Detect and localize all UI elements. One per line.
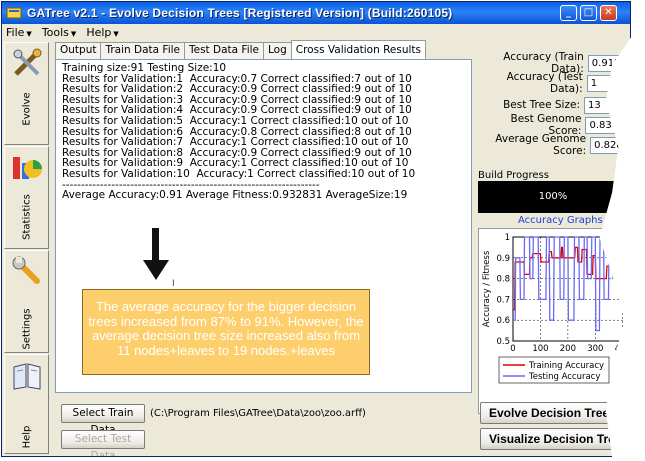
avg-genome-row: Average Genome Score: 0.82832 xyxy=(478,133,630,157)
tab-output[interactable]: Output xyxy=(55,42,102,59)
sidebar-item-help[interactable]: Help xyxy=(4,354,49,454)
output-line: Average Accuracy:0.91 Average Fitness:0.… xyxy=(62,189,408,202)
tools-icon xyxy=(13,48,42,76)
tab-cross-validation-results[interactable]: Cross Validation Results xyxy=(290,40,426,59)
accuracy-test-label: Accuracy (Test Data): xyxy=(506,71,583,95)
sidebar-item-evolve[interactable]: Evolve xyxy=(4,42,49,145)
best-tree-size-label: Best Tree Size: xyxy=(503,99,580,111)
y-tick-label: 0.9 xyxy=(496,254,510,264)
y-tick-label: 0.7 xyxy=(496,295,510,305)
accuracy-test-row: Accuracy (Test Data): 1 xyxy=(478,71,630,95)
accuracy-chart: 0.5 0.6 0.7 0.8 0.9 1 0 100 200 300 400 Accuracy / … xyxy=(478,228,631,414)
output-line: Results for Validation:10 Accuracy:1 Cor… xyxy=(62,167,416,180)
title-bar[interactable]: GATree v2.1 - Evolve Decision Trees [Reg… xyxy=(2,2,630,24)
chevron-down-icon: ▼ xyxy=(70,29,77,38)
visualize-decision-tree-button[interactable]: Visualize Decision Tree xyxy=(480,428,630,450)
menu-help[interactable]: Help ▼ xyxy=(86,26,118,39)
minimize-button[interactable]: _ xyxy=(560,5,577,21)
menu-file[interactable]: File ▼ xyxy=(6,26,32,39)
stats-panel: Accuracy (Train Data): 0.912088 Accuracy… xyxy=(478,42,631,454)
best-genome-field[interactable]: 0.830172 xyxy=(585,116,630,134)
sidebar-item-statistics[interactable]: Statistics xyxy=(4,146,49,249)
down-arrow-icon xyxy=(152,228,159,262)
output-line: Results for Validation:5 Accuracy:1 Corr… xyxy=(62,114,409,127)
select-train-data-button[interactable]: Select Train Data xyxy=(61,404,145,436)
sidebar-item-label: Statistics xyxy=(21,194,32,240)
y-tick-label: 1 xyxy=(505,233,510,243)
book-icon xyxy=(13,363,41,390)
best-genome-row: Best Genome Score: 0.830172 xyxy=(478,113,630,137)
tab-train-data-file[interactable]: Train Data File xyxy=(100,42,185,59)
sidebar-item-label: Evolve xyxy=(21,92,32,126)
sidebar-item-label: Settings xyxy=(21,308,32,350)
y-tick-label: 0.5 xyxy=(496,337,510,347)
x-tick-label: 300 xyxy=(587,344,603,354)
app-window: GATree v2.1 - Evolve Decision Trees [Reg… xyxy=(1,1,631,457)
menu-bar: File ▼ Tools ▼ Help ▼ xyxy=(2,24,630,40)
train-data-path: (C:\Program Files\GATree\Data\zoo\zoo.ar… xyxy=(150,408,366,419)
chevron-down-icon: ▼ xyxy=(113,29,119,38)
accuracy-train-field[interactable]: 0.912088 xyxy=(587,54,630,72)
accuracy-train-row: Accuracy (Train Data): 0.912088 xyxy=(478,51,630,75)
legend-label: Testing Accuracy xyxy=(528,372,600,382)
legend-label: Training Accuracy xyxy=(528,361,604,371)
chevron-down-icon: ▼ xyxy=(26,29,32,38)
tab-test-data-file[interactable]: Test Data File xyxy=(184,42,264,59)
accuracy-graphs-link[interactable]: Accuracy Graphs xyxy=(518,215,603,226)
avg-genome-label: Average Genome Score: xyxy=(495,133,587,157)
x-tick-label: 0 xyxy=(510,344,515,354)
window-title: GATree v2.1 - Evolve Decision Trees [Reg… xyxy=(27,6,453,20)
y-tick-label: 0.6 xyxy=(496,316,510,326)
menu-help-label: Help xyxy=(86,25,112,39)
x-tick-label: 100 xyxy=(532,344,548,354)
output-line: Training size:91 Testing Size:10 xyxy=(62,62,227,74)
evolve-decision-tree-button[interactable]: Evolve Decision Tree xyxy=(480,402,630,424)
menu-tools-label: Tools xyxy=(41,25,69,39)
best-tree-size-row: Best Tree Size: 13 xyxy=(503,96,630,114)
sidebar: Evolve Statistics Settings Help xyxy=(4,42,49,454)
build-progress-bar: 100% xyxy=(478,181,628,213)
y-tick-label: 0.8 xyxy=(496,275,510,285)
plot-area xyxy=(512,236,630,342)
output-tabs: Output Train Data File Test Data File Lo… xyxy=(55,40,426,59)
pie-chart-icon xyxy=(13,157,42,179)
accuracy-test-field[interactable]: 1 xyxy=(586,74,630,92)
avg-genome-field[interactable]: 0.82832 xyxy=(590,136,630,154)
best-tree-size-field[interactable]: 13 xyxy=(584,96,630,114)
annotation-callout: The average accuracy for the bigger deci… xyxy=(82,289,370,375)
accuracy-chart-svg: 0.5 0.6 0.7 0.8 0.9 1 0 100 200 300 400 Accuracy / … xyxy=(482,233,631,384)
sidebar-item-settings[interactable]: Settings xyxy=(4,250,49,353)
wrench-icon xyxy=(12,256,40,284)
data-file-panel: Select Train Data (C:\Program Files\GATr… xyxy=(55,400,472,456)
build-progress-label: Build Progress xyxy=(478,170,549,181)
menu-file-label: File xyxy=(6,25,25,39)
tab-log[interactable]: Log xyxy=(263,42,292,59)
app-icon xyxy=(6,7,22,19)
maximize-button[interactable]: □ xyxy=(580,5,597,21)
x-tick-label: 400 xyxy=(615,344,631,354)
x-tick-label: 200 xyxy=(560,344,576,354)
menu-tools[interactable]: Tools ▼ xyxy=(42,26,77,39)
text-cursor-icon: I xyxy=(172,279,175,289)
down-arrow-head-icon xyxy=(143,260,169,280)
sidebar-item-label: Help xyxy=(21,425,32,449)
select-test-data-button[interactable]: Select Test Data xyxy=(61,430,145,456)
y-axis-label: Accuracy / Fitness xyxy=(482,250,492,327)
close-button[interactable]: ✕ xyxy=(600,5,617,21)
